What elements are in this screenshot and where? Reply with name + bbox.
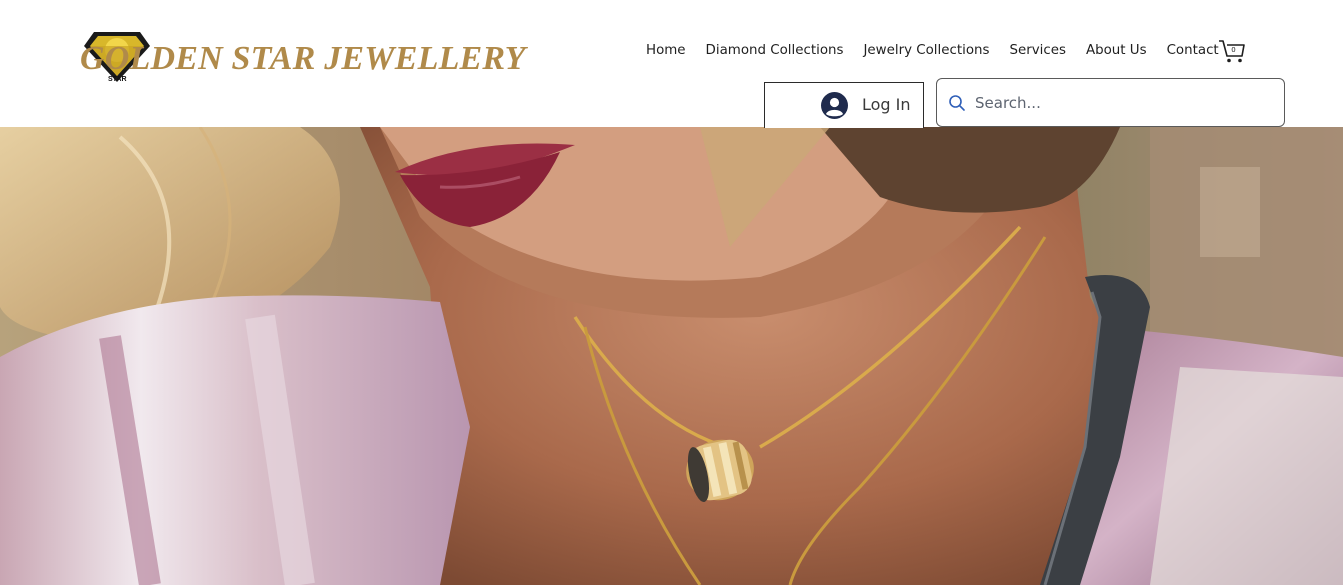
site-header: STAR GOLDEN STAR JEWELLERY Home Diamond … (0, 0, 1343, 128)
user-avatar-icon (821, 92, 848, 119)
search-icon[interactable] (948, 94, 966, 112)
main-navigation: Home Diamond Collections Jewelry Collect… (636, 40, 1229, 62)
nav-item-services[interactable]: Services (999, 40, 1075, 62)
cart-button[interactable]: 0 (1218, 38, 1246, 64)
hero-banner (0, 127, 1343, 585)
search-input[interactable] (975, 87, 1275, 118)
login-button[interactable]: Log In (764, 82, 924, 128)
login-label: Log In (862, 95, 911, 114)
nav-item-home[interactable]: Home (636, 40, 696, 62)
hero-image (0, 127, 1343, 585)
shopping-cart-icon: 0 (1219, 40, 1245, 63)
nav-item-diamond-collections[interactable]: Diamond Collections (696, 40, 854, 62)
nav-item-jewelry-collections[interactable]: Jewelry Collections (853, 40, 999, 62)
cart-count: 0 (1231, 46, 1235, 54)
brand-name: GOLDEN STAR JEWELLERY (80, 40, 526, 77)
search-box (936, 78, 1285, 127)
brand-logo[interactable]: STAR GOLDEN STAR JEWELLERY (80, 28, 525, 88)
nav-item-about-us[interactable]: About Us (1076, 40, 1157, 62)
